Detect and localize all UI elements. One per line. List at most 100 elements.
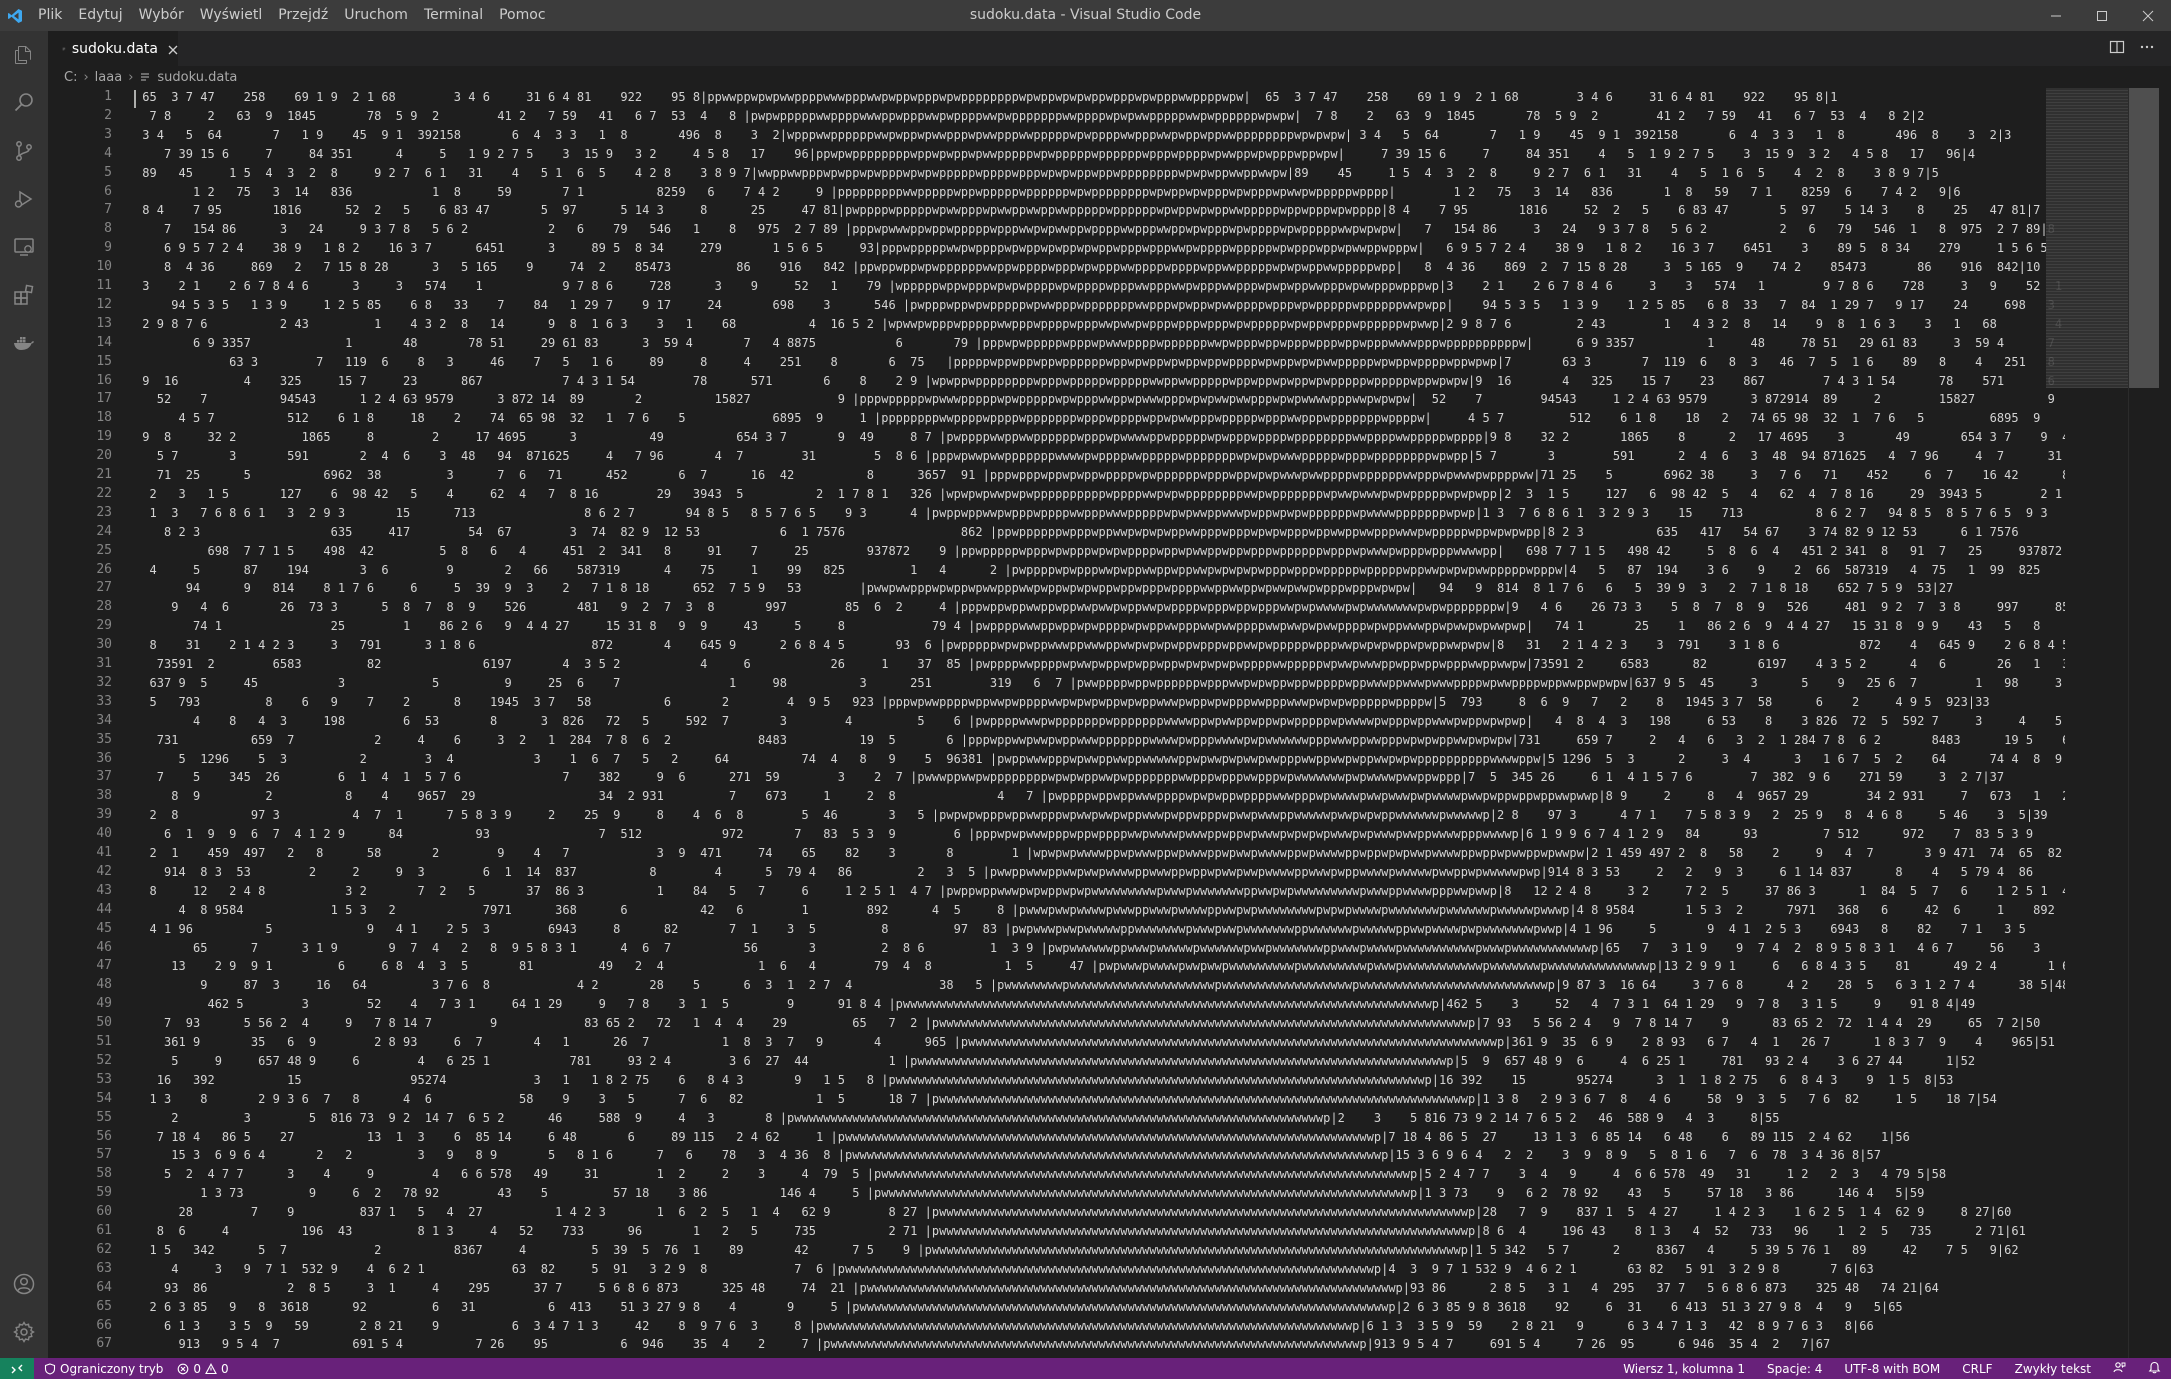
code-line[interactable]: 7 39 15 6 7 84 351 4 5 1 9 2 7 5 3 15 9 … (135, 145, 1975, 164)
code-line[interactable]: 361 9 35 6 9 2 8 93 6 7 4 1 26 7 1 8 3 7… (135, 1033, 2055, 1052)
code-line[interactable]: 5 7 3 591 2 4 6 3 48 94 871625 4 7 96 4 … (135, 447, 2065, 466)
code-line[interactable]: 13 2 9 9 1 6 6 8 4 3 5 81 49 2 4 1 6 4 7… (135, 957, 2065, 976)
code-line[interactable]: 6 1 9 9 6 7 4 1 2 9 84 93 7 512 972 7 83… (135, 825, 2065, 844)
menu-uruchom[interactable]: Uruchom (336, 0, 416, 31)
code-line[interactable]: 93 86 2 8 5 3 1 4 295 37 7 5 6 8 6 873 3… (135, 1279, 1939, 1298)
source-control-button[interactable] (0, 127, 48, 175)
menu-wyswietl[interactable]: Wyświetl (192, 0, 271, 31)
code-line[interactable]: 65 3 7 47 258 69 1 9 2 1 68 3 4 6 31 6 4… (135, 88, 1837, 107)
menu-przejdz[interactable]: Przejdź (270, 0, 336, 31)
code-line[interactable]: 74 1 25 1 86 2 6 9 4 4 27 15 31 8 9 9 43… (135, 617, 2065, 636)
code-line[interactable]: 8 6 4 196 43 8 1 3 4 52 733 96 1 2 5 735… (135, 1222, 2026, 1241)
code-line[interactable]: 4 1 96 5 9 4 1 2 5 3 6943 8 82 7 1 3 5 8… (135, 920, 2065, 939)
close-window-button[interactable] (2125, 0, 2171, 31)
code-line[interactable]: 1 2 75 3 14 836 1 8 59 7 1 8259 6 7 4 2 … (135, 183, 1961, 202)
code-line[interactable]: 89 45 1 5 4 3 2 8 9 2 7 6 1 31 4 5 1 6 5… (135, 164, 1939, 183)
code-line[interactable]: 2 3 1 5 127 6 98 42 5 4 62 4 7 8 16 29 3… (135, 485, 2065, 504)
manage-settings-button[interactable] (0, 1308, 48, 1356)
code-line[interactable]: 1 3 7 6 8 6 1 3 2 9 3 15 713 8 6 2 7 94 … (135, 504, 2065, 523)
code-line[interactable]: 8 9 2 8 4 9657 29 34 2 931 7 673 1 2 8 4… (135, 787, 2065, 806)
problems-button[interactable]: 0 0 (177, 1362, 229, 1376)
code-line[interactable]: 1 5 342 5 7 2 8367 4 5 39 5 76 1 89 42 7… (135, 1241, 2019, 1260)
code-line[interactable]: 2 6 3 85 9 8 3618 92 6 31 6 413 51 3 27 … (135, 1298, 1903, 1317)
code-line[interactable]: 1 3 73 9 6 2 78 92 43 5 57 18 3 86 146 4… (135, 1184, 1924, 1203)
code-line[interactable]: 65 7 3 1 9 9 7 4 2 8 9 5 8 3 1 4 6 7 56 … (135, 939, 2065, 958)
text-content[interactable]: 65 3 7 47 258 69 1 9 2 1 68 3 4 6 31 6 4… (135, 88, 2065, 1358)
code-line[interactable]: 2 9 8 7 6 2 43 1 4 3 2 8 14 9 8 1 6 3 3 … (135, 315, 2065, 334)
code-line[interactable]: 94 5 3 5 1 3 9 1 2 5 85 6 8 33 7 84 1 29… (135, 296, 2065, 315)
code-line[interactable]: 9 8 32 2 1865 8 2 17 4695 3 49 654 3 7 9… (135, 428, 2065, 447)
code-line[interactable]: 1 3 8 2 9 3 6 7 8 4 6 58 9 3 5 7 6 82 1 … (135, 1090, 1997, 1109)
menu-terminal[interactable]: Terminal (416, 0, 491, 31)
language-mode[interactable]: Zwykły tekst (2015, 1362, 2091, 1376)
code-line[interactable]: 4 8 9584 1 5 3 2 7971 368 6 42 6 1 892 4… (135, 901, 2065, 920)
code-line[interactable]: 6 9 3357 1 48 78 51 29 61 83 3 59 4 7 4 … (135, 334, 2065, 353)
end-of-line[interactable]: CRLF (1962, 1362, 1992, 1376)
code-line[interactable]: 16 392 15 95274 3 1 1 8 2 75 6 8 4 3 9 1… (135, 1071, 1954, 1090)
breadcrumb-drive[interactable]: C: (64, 70, 77, 85)
docker-button[interactable] (0, 319, 48, 367)
code-line[interactable]: 8 31 2 1 4 2 3 3 791 3 1 8 6 872 4 645 9… (135, 636, 2065, 655)
code-line[interactable]: 3 4 5 64 7 1 9 45 9 1 392158 6 4 3 3 1 8… (135, 126, 2011, 145)
code-line[interactable]: 5 793 8 6 9 7 2 8 1945 3 7 58 6 2 4 9 5 … (135, 693, 1990, 712)
remote-indicator-button[interactable] (0, 1358, 34, 1379)
breadcrumb-file[interactable]: sudoku.data (157, 70, 237, 85)
code-line[interactable]: 4 8 4 3 198 6 53 8 3 826 72 5 592 7 3 4 … (135, 712, 2065, 731)
tab-close-button[interactable] (168, 40, 178, 59)
notifications-button[interactable] (2148, 1361, 2161, 1377)
code-line[interactable]: 15 3 6 9 6 4 2 2 3 9 8 9 5 8 1 6 7 6 78 … (135, 1146, 1881, 1165)
code-line[interactable]: 637 9 5 45 3 5 9 25 6 7 1 98 3 251 319 6… (135, 674, 2065, 693)
code-line[interactable]: 4 3 9 7 1 532 9 4 6 2 1 63 82 5 91 3 2 9… (135, 1260, 1874, 1279)
more-actions-button[interactable] (2139, 39, 2155, 59)
maximize-button[interactable] (2079, 0, 2125, 31)
code-line[interactable]: 3 2 1 2 6 7 8 4 6 3 3 574 1 9 7 8 6 728 … (135, 277, 2065, 296)
menu-plik[interactable]: Plik (30, 0, 70, 31)
code-line[interactable]: 914 8 3 53 2 2 9 3 6 1 14 837 8 4 5 79 4… (135, 863, 2065, 882)
code-line[interactable]: 6 1 3 3 5 9 59 2 8 21 9 6 3 4 7 1 3 42 8… (135, 1317, 1874, 1336)
code-line[interactable]: 2 3 5 816 73 9 2 14 7 6 5 2 46 588 9 4 3… (135, 1109, 1780, 1128)
code-line[interactable]: 8 2 3 635 417 54 67 3 74 82 9 12 53 6 1 … (135, 523, 2065, 542)
code-line[interactable]: 5 1296 5 3 2 3 4 3 1 6 7 5 2 64 74 4 8 9… (135, 750, 2065, 769)
code-line[interactable]: 7 93 5 56 2 4 9 7 8 14 7 9 83 65 2 72 1 … (135, 1014, 2040, 1033)
menu-pomoc[interactable]: Pomoc (491, 0, 553, 31)
code-line[interactable]: 5 2 4 7 7 3 4 9 4 6 6 578 49 31 1 2 2 3 … (135, 1165, 1946, 1184)
code-line[interactable]: 7 154 86 3 24 9 3 7 8 5 6 2 2 6 79 546 1… (135, 220, 2055, 239)
code-line[interactable]: 8 4 36 869 2 7 15 8 28 3 5 165 9 74 2 85… (135, 258, 2040, 277)
explorer-button[interactable] (0, 31, 48, 79)
code-line[interactable]: 913 9 5 4 7 691 5 4 7 26 95 6 946 35 4 2… (135, 1335, 1830, 1354)
code-line[interactable]: 2 8 97 3 4 7 1 7 5 8 3 9 2 25 9 8 4 6 8 … (135, 806, 2048, 825)
run-debug-button[interactable] (0, 175, 48, 223)
code-line[interactable]: 7 8 2 63 9 1845 78 5 9 2 41 2 7 59 41 6 … (135, 107, 1924, 126)
code-line[interactable]: 5 9 657 48 9 6 4 6 25 1 781 93 2 4 3 6 2… (135, 1052, 1975, 1071)
code-line[interactable]: 2 1 459 497 2 8 58 2 9 4 7 3 9 471 74 65… (135, 844, 2065, 863)
code-line[interactable]: 7 5 345 26 6 1 4 1 5 7 6 7 382 9 6 271 5… (135, 768, 2004, 787)
menu-edytuj[interactable]: Edytuj (70, 0, 130, 31)
editor-area[interactable]: 1 2 3 4 5 6 7 8 9 10 11 12 13 14 15 16 17 18 19 20 21 22 23 24 2… (48, 88, 2171, 1358)
code-line[interactable]: 63 3 7 119 6 8 3 46 7 5 1 6 89 8 4 251 8… (135, 353, 2065, 372)
code-line[interactable]: 73591 2 6583 82 6197 4 3 5 2 4 6 26 1 37… (135, 655, 2065, 674)
code-line[interactable]: 462 5 3 52 4 7 3 1 64 1 29 9 7 8 3 1 5 9… (135, 995, 1975, 1014)
code-line[interactable]: 8 12 2 4 8 3 2 7 2 5 37 86 3 1 84 5 7 6 … (135, 882, 2065, 901)
code-line[interactable]: 4 5 7 512 6 1 8 18 2 74 65 98 32 1 7 6 5… (135, 409, 2065, 428)
code-line[interactable]: 52 7 94543 1 2 4 63 9579 3 872 14 89 2 1… (135, 390, 2065, 409)
code-line[interactable]: 9 4 6 26 73 3 5 8 7 8 9 526 481 9 2 7 3 … (135, 598, 2065, 617)
minimize-button[interactable] (2033, 0, 2079, 31)
code-line[interactable]: 28 7 9 837 1 5 4 27 1 4 2 3 1 6 2 5 1 4 … (135, 1203, 2011, 1222)
code-line[interactable]: 9 87 3 16 64 3 7 6 8 4 2 28 5 6 3 1 2 7 … (135, 976, 2065, 995)
file-encoding[interactable]: UTF-8 with BOM (1844, 1362, 1940, 1376)
code-line[interactable]: 94 9 814 8 1 7 6 6 5 39 9 3 2 7 1 8 18 6… (135, 579, 1954, 598)
search-button[interactable] (0, 79, 48, 127)
scrollbar-thumb[interactable] (2129, 88, 2159, 388)
feedback-button[interactable] (2113, 1361, 2126, 1377)
breadcrumb-folder[interactable]: laaa (95, 70, 123, 85)
indentation[interactable]: Spacje: 4 (1767, 1362, 1822, 1376)
accounts-button[interactable] (0, 1260, 48, 1308)
split-editor-button[interactable] (2109, 39, 2125, 59)
remote-explorer-button[interactable] (0, 223, 48, 271)
extensions-button[interactable] (0, 271, 48, 319)
minimap-viewport[interactable] (2046, 88, 2128, 388)
code-line[interactable]: 4 5 87 194 3 6 9 2 66 587319 4 75 1 99 8… (135, 561, 2065, 580)
code-line[interactable]: 731 659 7 2 4 6 3 2 1 284 7 8 6 2 8483 1… (135, 731, 2065, 750)
code-line[interactable]: 6 9 5 7 2 4 38 9 1 8 2 16 3 7 6451 3 89 … (135, 239, 2065, 258)
tab-sudoku-data[interactable]: sudoku.data (48, 31, 178, 66)
